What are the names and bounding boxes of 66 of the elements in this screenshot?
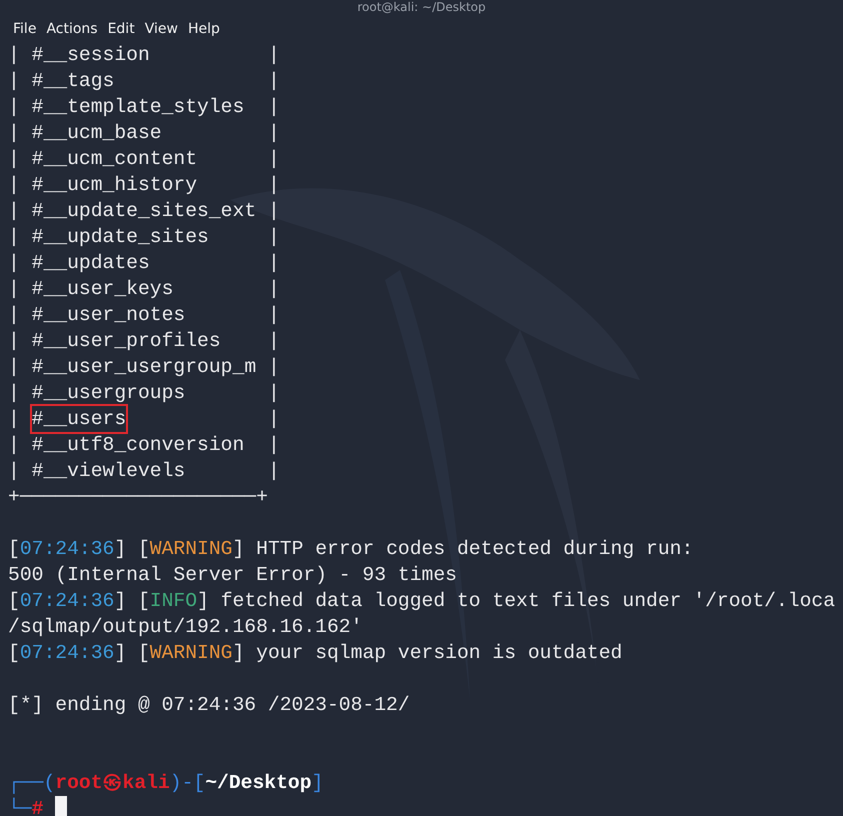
table-border: |: [8, 459, 20, 484]
table-border: |: [8, 251, 20, 276]
table-cell: #__users: [32, 406, 126, 432]
menu-item[interactable]: View: [140, 16, 183, 42]
table-cell-text: #__ucm_content: [32, 147, 198, 172]
table-cell-text: #__updates: [32, 251, 150, 276]
table-cell-text: #__utf8_conversion: [32, 433, 244, 458]
table-border: |: [8, 43, 20, 68]
table-border: |: [268, 459, 280, 484]
table-border: |: [268, 173, 280, 198]
table-border: |: [8, 121, 20, 146]
table-cell-text: #__update_sites: [32, 225, 209, 250]
table-border: |: [268, 199, 280, 224]
table-cell-text: #__viewlevels: [32, 459, 186, 484]
log-line: [07:24:36] [WARNING] your sqlmap version is outdated: [8, 641, 622, 666]
log-line: [*] ending @ 07:24:36 /2023-08-12/: [8, 693, 410, 718]
table-border: |: [8, 329, 20, 354]
log-line: 500 (Internal Server Error) - 93 times: [8, 563, 457, 588]
table-border: |: [8, 277, 20, 302]
table-border: |: [8, 147, 20, 172]
menu-item[interactable]: Edit: [102, 16, 140, 42]
table-cell-text: #__user_usergroup_m: [32, 355, 256, 380]
table-cell-text: #__user_profiles: [32, 329, 221, 354]
table-cell-text: #__user_keys: [32, 277, 174, 302]
table-cell-text: #__tags: [32, 69, 114, 94]
table-border: |: [8, 95, 20, 120]
table-border: |: [268, 277, 280, 302]
table-border: |: [268, 121, 280, 146]
table-cell-text: #__user_notes: [32, 303, 186, 328]
table-border: |: [8, 381, 20, 406]
table-border: |: [268, 381, 280, 406]
table-border: |: [8, 69, 20, 94]
table-border: |: [268, 147, 280, 172]
table-cell-text: #__template_styles: [32, 95, 244, 120]
log-line: /sqlmap/output/192.168.16.162': [8, 615, 362, 640]
table-cell-text: #__usergroups: [32, 381, 186, 406]
prompt-line: └─#: [8, 796, 44, 816]
table-border: |: [268, 433, 280, 458]
table-cell-text: #__ucm_base: [32, 121, 162, 146]
table-border: |: [8, 407, 20, 432]
menu-item[interactable]: File: [8, 16, 42, 42]
table-cell-text: #__update_sites_ext: [32, 199, 256, 224]
table-border: |: [8, 173, 20, 198]
prompt-line: ┌──(root㉿kali)-[~/Desktop]: [8, 771, 324, 796]
table-border: |: [268, 95, 280, 120]
table-cell-text: #__ucm_history: [32, 173, 198, 198]
menu-item[interactable]: Help: [182, 16, 225, 42]
table-border: |: [268, 43, 280, 68]
table-border: |: [268, 407, 280, 432]
table-border: |: [268, 303, 280, 328]
table-border: |: [8, 199, 20, 224]
table-border: |: [268, 251, 280, 276]
table-border: |: [8, 355, 20, 380]
table-border: |: [268, 329, 280, 354]
table-border: |: [8, 433, 20, 458]
window-title: root@kali: ~/Desktop: [356, 0, 487, 14]
table-border: |: [8, 225, 20, 250]
log-line: [07:24:36] [WARNING] HTTP error codes detected during run:: [8, 537, 694, 562]
table-border: +────────────────────+: [8, 485, 268, 510]
table-border: |: [268, 225, 280, 250]
table-border: |: [8, 303, 20, 328]
table-border: |: [268, 355, 280, 380]
log-line: [07:24:36] [INFO] fetched data logged to text files under '/root/.loca: [8, 589, 836, 614]
table-border: |: [268, 69, 280, 94]
menu-item[interactable]: Actions: [41, 16, 103, 42]
table-cell-text: #__session: [32, 43, 150, 68]
